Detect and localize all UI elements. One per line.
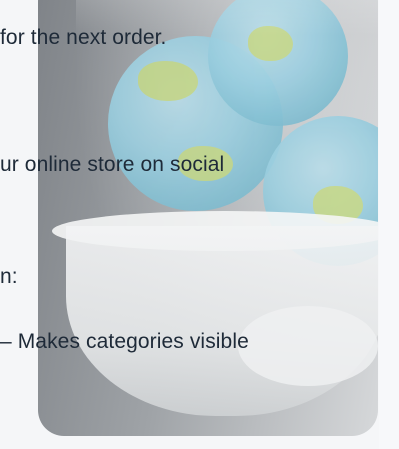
globe-bowl-icon [38, 0, 378, 436]
text-line: ur online store on social [0, 153, 225, 176]
text-line: – Makes categories visible [0, 330, 249, 353]
page-edge [379, 0, 399, 449]
text-line: for the next order. [0, 26, 167, 49]
spoon [238, 306, 378, 386]
globe-land [138, 61, 198, 101]
text-line: n: [0, 265, 18, 288]
page: for the next order. ur online store on s… [0, 0, 399, 449]
